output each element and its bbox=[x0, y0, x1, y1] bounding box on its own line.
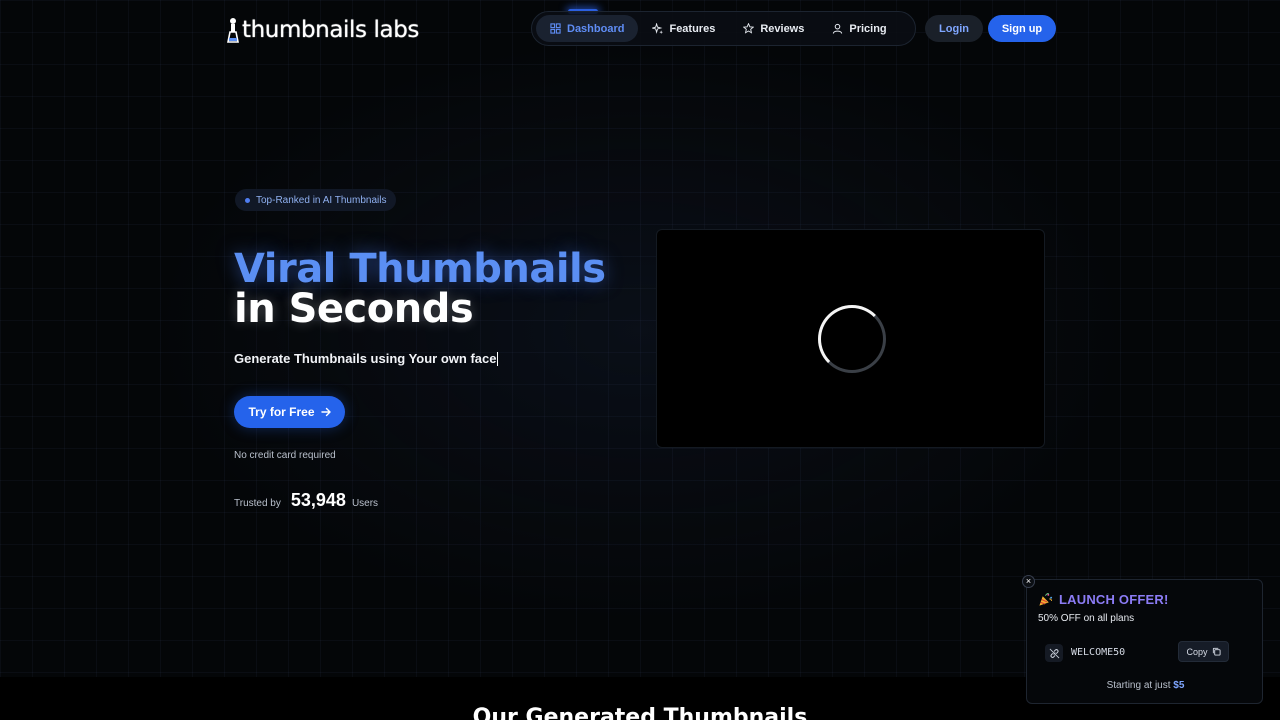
offer-price-value: $5 bbox=[1173, 680, 1185, 691]
offer-price: Starting at just $5 bbox=[1027, 680, 1264, 691]
offer-subtitle: 50% OFF on all plans bbox=[1038, 613, 1135, 624]
nav-label: Dashboard bbox=[567, 22, 625, 35]
hero-title-line2: in Seconds bbox=[234, 286, 474, 332]
badge-dot-icon bbox=[245, 197, 250, 203]
gallery-section-title: Our Generated Thumbnails bbox=[472, 705, 808, 720]
try-for-free-button[interactable]: Try for Free bbox=[234, 396, 345, 428]
try-for-free-label: Try for Free bbox=[248, 405, 315, 419]
user-icon bbox=[833, 23, 843, 34]
badge-text: Top-Ranked in AI Thumbnails bbox=[256, 194, 387, 206]
close-offer-button[interactable]: × bbox=[1022, 575, 1035, 588]
offer-title: LAUNCH OFFER! bbox=[1038, 592, 1168, 607]
arrow-right-icon bbox=[320, 407, 331, 417]
trusted-count: 53,948 bbox=[290, 490, 346, 510]
coupon-tag-icon bbox=[1045, 644, 1063, 662]
no-credit-card-note: No credit card required bbox=[234, 450, 336, 461]
party-popper-icon bbox=[1039, 592, 1053, 606]
nav-label: Pricing bbox=[849, 22, 887, 35]
hero-subtitle: Generate Thumbnails using Your own face bbox=[234, 351, 499, 366]
signup-button[interactable]: Sign up bbox=[988, 15, 1056, 42]
logo-figure-icon bbox=[227, 18, 239, 43]
coupon-code: WELCOME50 bbox=[1071, 647, 1126, 658]
star-icon bbox=[743, 23, 755, 34]
nav-label: Features bbox=[669, 22, 716, 35]
offer-title-text: LAUNCH OFFER! bbox=[1059, 592, 1169, 607]
trusted-unit: Users bbox=[351, 498, 379, 509]
hero-subtitle-text: Generate Thumbnails using Your own face bbox=[234, 351, 497, 366]
offer-price-prefix: Starting at just bbox=[1106, 680, 1171, 691]
link-icon bbox=[1049, 648, 1059, 658]
nav-item-features[interactable]: Features bbox=[638, 15, 729, 42]
nav-label: Reviews bbox=[760, 22, 805, 35]
copy-code-button[interactable]: Copy bbox=[1178, 641, 1229, 662]
loading-spinner-icon bbox=[818, 305, 886, 373]
logo-text: thumbnails labs bbox=[242, 17, 419, 43]
typing-caret bbox=[497, 351, 499, 366]
sparkles-icon bbox=[652, 23, 664, 34]
trusted-by: Trusted by 53,948 Users bbox=[234, 490, 378, 511]
main-nav: Dashboard Features Reviews Pricing bbox=[531, 11, 916, 46]
login-button[interactable]: Login bbox=[925, 15, 983, 42]
launch-offer-popup: LAUNCH OFFER! 50% OFF on all plans WELCO… bbox=[1026, 579, 1263, 704]
nav-item-reviews[interactable]: Reviews bbox=[729, 15, 818, 42]
preview-video[interactable] bbox=[656, 229, 1045, 448]
nav-item-pricing[interactable]: Pricing bbox=[818, 15, 900, 42]
copy-label: Copy bbox=[1186, 646, 1208, 657]
nav-item-dashboard[interactable]: Dashboard bbox=[536, 15, 639, 42]
dashboard-icon bbox=[550, 23, 561, 34]
logo[interactable]: thumbnails labs bbox=[226, 14, 419, 46]
top-ranked-badge: Top-Ranked in AI Thumbnails bbox=[235, 189, 397, 211]
copy-icon bbox=[1212, 647, 1221, 656]
trusted-label: Trusted by bbox=[234, 498, 281, 509]
